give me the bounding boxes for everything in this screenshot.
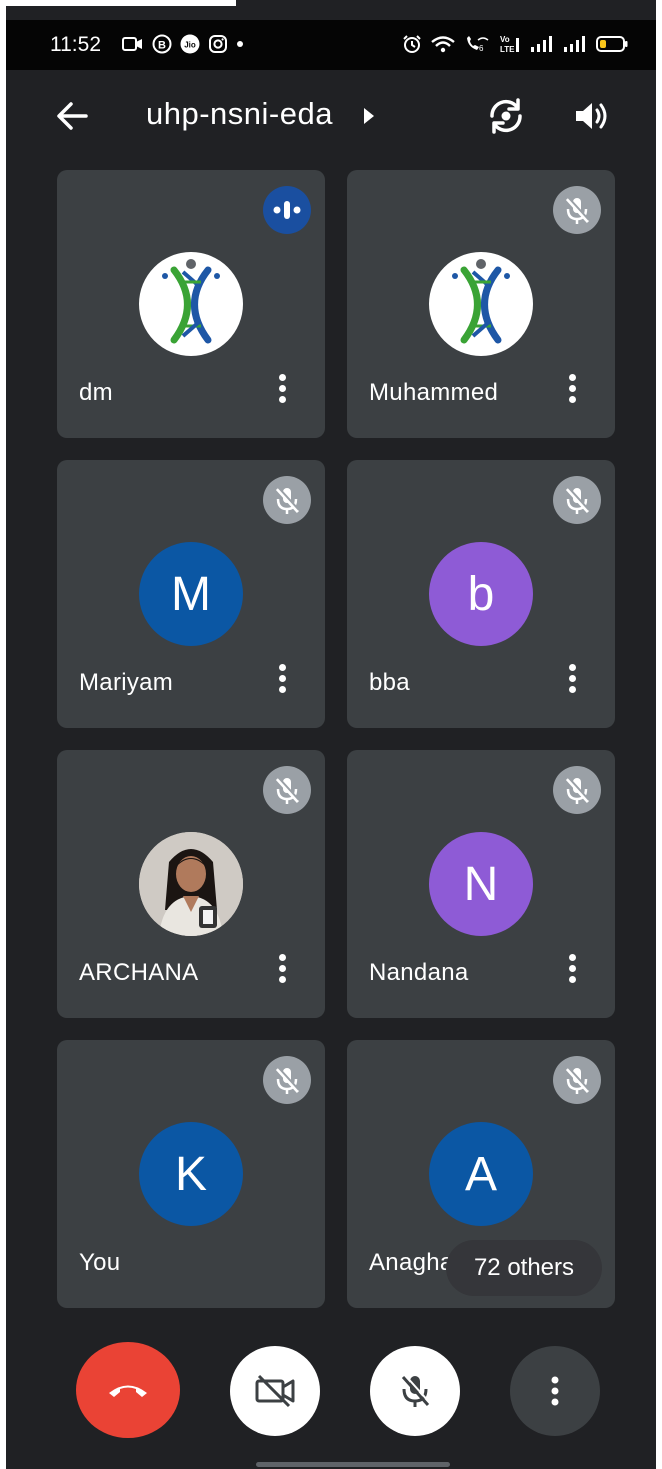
participant-tile[interactable]: dm bbox=[57, 170, 325, 438]
mic-muted-icon bbox=[263, 766, 311, 814]
participant-tile[interactable]: N Nandana bbox=[347, 750, 615, 1018]
participant-name: You bbox=[79, 1249, 121, 1276]
speaking-indicator-icon bbox=[263, 186, 311, 234]
mic-muted-icon bbox=[553, 766, 601, 814]
camera-off-icon bbox=[255, 1374, 295, 1408]
participant-name: Nandana bbox=[369, 959, 469, 986]
organization-logo-icon bbox=[452, 259, 510, 344]
participant-name: Mariyam bbox=[79, 669, 174, 696]
avatar-initial: b bbox=[429, 542, 533, 646]
video-icon bbox=[122, 37, 142, 51]
participant-more-options-icon[interactable] bbox=[560, 950, 584, 990]
avatar-letter: M bbox=[171, 567, 211, 621]
volte-icon: VoLTE bbox=[500, 35, 519, 54]
more-vert-icon bbox=[551, 1376, 559, 1406]
battery-icon bbox=[596, 36, 628, 52]
svg-text:B: B bbox=[158, 40, 166, 52]
others-count-chip[interactable]: 72 others bbox=[446, 1240, 602, 1296]
avatar-photo bbox=[139, 832, 243, 936]
avatar-initial: K bbox=[139, 1122, 243, 1226]
participant-name: bba bbox=[369, 669, 410, 696]
back-arrow-icon[interactable] bbox=[52, 96, 92, 136]
jio-icon: Jio bbox=[180, 34, 200, 54]
end-call-button[interactable] bbox=[76, 1342, 180, 1438]
participant-name: Muhammed bbox=[369, 379, 499, 406]
svg-text:LTE: LTE bbox=[500, 45, 515, 54]
participant-tile[interactable]: M Mariyam bbox=[57, 460, 325, 728]
wifi-calling-icon: 6 bbox=[467, 36, 489, 53]
end-call-icon bbox=[109, 1385, 147, 1397]
participant-more-options-icon[interactable] bbox=[560, 660, 584, 700]
svg-text:Jio: Jio bbox=[184, 41, 196, 50]
camera-toggle-button[interactable] bbox=[230, 1346, 320, 1436]
avatar-letter: N bbox=[463, 857, 499, 911]
meeting-details-arrow-icon[interactable] bbox=[364, 108, 374, 124]
participant-name: dm bbox=[79, 379, 113, 406]
avatar-initial: N bbox=[429, 832, 533, 936]
instagram-icon bbox=[209, 35, 227, 53]
avatar-logo bbox=[139, 252, 243, 356]
speaker-icon[interactable] bbox=[572, 96, 612, 136]
avatar-letter: b bbox=[467, 567, 495, 621]
svg-text:6: 6 bbox=[479, 44, 484, 53]
participant-tile[interactable]: K You bbox=[57, 1040, 325, 1308]
avatar-letter: A bbox=[464, 1147, 497, 1201]
mic-muted-icon bbox=[553, 476, 601, 524]
participant-tile[interactable]: Muhammed bbox=[347, 170, 615, 438]
dot-icon bbox=[237, 41, 243, 47]
meeting-code-title[interactable]: uhp-nsni-eda bbox=[146, 96, 333, 132]
mic-muted-icon bbox=[553, 186, 601, 234]
more-options-button[interactable] bbox=[510, 1346, 600, 1436]
participant-tile[interactable]: b bba bbox=[347, 460, 615, 728]
signal-icon bbox=[531, 36, 552, 52]
avatar-logo bbox=[429, 252, 533, 356]
participant-more-options-icon[interactable] bbox=[270, 370, 294, 410]
status-bar: 11:52 B Jio 6 Vo LTE bbox=[6, 20, 656, 70]
home-indicator[interactable] bbox=[256, 1462, 450, 1467]
mic-off-icon bbox=[401, 1374, 431, 1407]
avatar-letter: K bbox=[174, 1147, 207, 1201]
mic-muted-icon bbox=[263, 1056, 311, 1104]
wifi-icon bbox=[431, 36, 455, 53]
participant-tile[interactable]: ARCHANA bbox=[57, 750, 325, 1018]
status-time: 11:52 bbox=[50, 33, 101, 56]
meet-call-screen: 11:52 B Jio 6 Vo LTE uhp-nsni-eda dm Muh… bbox=[6, 0, 656, 1469]
mic-muted-icon bbox=[553, 1056, 601, 1104]
alarm-icon bbox=[403, 35, 421, 53]
call-header: uhp-nsni-eda bbox=[6, 70, 656, 162]
svg-text:Vo: Vo bbox=[500, 35, 510, 44]
profile-photo-icon bbox=[139, 832, 243, 936]
participant-more-options-icon[interactable] bbox=[270, 660, 294, 700]
mic-muted-icon bbox=[263, 476, 311, 524]
participant-more-options-icon[interactable] bbox=[560, 370, 584, 410]
switch-camera-icon[interactable] bbox=[484, 94, 528, 138]
screenshot-edge bbox=[0, 0, 236, 6]
signal-icon bbox=[564, 36, 585, 52]
avatar-initial: A bbox=[429, 1122, 533, 1226]
b-badge-icon: B bbox=[152, 34, 172, 54]
participant-more-options-icon[interactable] bbox=[270, 950, 294, 990]
participant-name: Anagha bbox=[369, 1249, 454, 1276]
avatar-initial: M bbox=[139, 542, 243, 646]
microphone-toggle-button[interactable] bbox=[370, 1346, 460, 1436]
organization-logo-icon bbox=[162, 259, 220, 344]
participant-name: ARCHANA bbox=[79, 959, 199, 986]
